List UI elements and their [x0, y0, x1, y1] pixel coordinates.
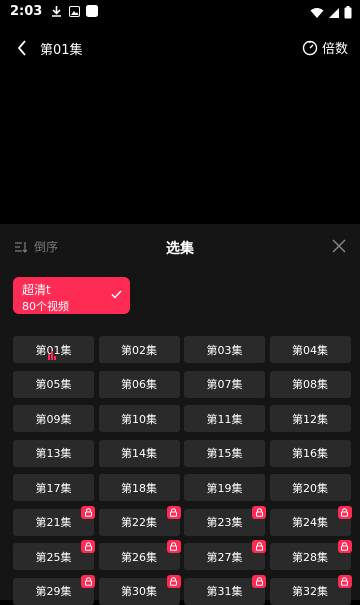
episode-panel: 倒序 选集 超清t 80个视频 第01集 第02集 第03集 第04集第05集 第06集… [0, 224, 360, 605]
status-bar: 2:03 [0, 0, 360, 22]
episode-tile[interactable]: 第12集 [269, 405, 351, 432]
episode-tile[interactable]: 第14集 [98, 439, 180, 467]
episode-tile[interactable]: 第16集 [269, 439, 351, 467]
lock-icon [166, 574, 181, 588]
episode-tile[interactable]: 第10集 [98, 405, 180, 432]
close-icon[interactable] [332, 239, 346, 253]
system-indicators [310, 4, 352, 23]
panel-title: 选集 [166, 241, 194, 257]
episode-label: 第24集 [292, 516, 328, 529]
episode-label: 第13集 [35, 447, 72, 460]
lock-icon [337, 574, 352, 588]
episode-tile[interactable]: 第01集 [13, 336, 94, 363]
lock-icon [337, 540, 352, 553]
episode-label: 第22集 [121, 516, 157, 529]
episode-label: 第19集 [206, 481, 243, 495]
episode-tile[interactable]: 第23集 [184, 505, 266, 536]
episode-label: 第23集 [206, 516, 243, 529]
episode-tile[interactable]: 第20集 [269, 474, 351, 501]
episode-label: 第17集 [35, 481, 72, 495]
battery-icon [344, 4, 352, 23]
episode-tile[interactable]: 第29集 [13, 574, 95, 605]
navigation-bar [0, 596, 360, 600]
episode-label: 第18集 [121, 481, 157, 495]
wifi-icon [310, 4, 324, 23]
speed-button[interactable]: 倍数 [302, 38, 348, 57]
episode-tile[interactable]: 第07集 [184, 370, 265, 398]
episode-tile[interactable]: 第25集 [13, 540, 95, 570]
speed-gauge-icon [302, 40, 318, 55]
player-top-bar: 第01集 倍数 [0, 32, 360, 64]
lock-icon [166, 540, 181, 553]
episode-tile[interactable]: 第31集 [184, 574, 266, 605]
episode-tile[interactable]: 第11集 [184, 405, 265, 432]
notification-icons [50, 5, 99, 17]
download-icon [50, 5, 62, 17]
lock-icon [81, 505, 95, 519]
check-icon [111, 290, 122, 299]
lock-icon [252, 540, 266, 553]
episode-tile[interactable]: 第18集 [98, 474, 180, 501]
episode-label: 第28集 [292, 550, 328, 564]
episode-label: 第03集 [206, 343, 243, 357]
episode-label: 第26集 [121, 550, 157, 564]
quality-option-selected[interactable]: 超清t 80个视频 [13, 277, 130, 314]
episode-tile[interactable]: 第15集 [184, 439, 265, 467]
episode-tile[interactable]: 第08集 [269, 370, 351, 398]
episode-label: 第27集 [206, 550, 243, 564]
episode-label: 第14集 [121, 447, 157, 460]
episode-tile[interactable]: 第06集 [98, 370, 180, 398]
episode-tile[interactable]: 第24集 [269, 505, 352, 536]
status-time: 2:03 [10, 3, 43, 19]
episode-label: 第16集 [292, 447, 328, 460]
episode-label: 第15集 [206, 447, 243, 460]
episode-tile[interactable]: 第02集 [98, 336, 180, 363]
episode-tile[interactable]: 第21集 [13, 505, 95, 536]
episode-label: 第10集 [121, 412, 157, 426]
episode-label: 第12集 [292, 412, 328, 426]
episode-tile[interactable]: 第04集 [269, 336, 351, 363]
episode-tile[interactable]: 第30集 [98, 574, 181, 605]
episode-label: 第02集 [121, 343, 157, 357]
episode-label: 第21集 [35, 516, 72, 529]
lock-icon [252, 505, 266, 519]
episode-label: 第08集 [292, 378, 328, 391]
episode-tile[interactable]: 第28集 [269, 540, 352, 570]
video-count: 80个视频 [22, 300, 69, 313]
episode-label: 第05集 [35, 378, 72, 391]
back-arrow-icon [17, 40, 26, 56]
gallery-icon [68, 5, 80, 17]
episode-label: 第11集 [206, 412, 243, 426]
episode-label: 第20集 [292, 481, 328, 495]
episode-tile[interactable]: 第26集 [98, 540, 181, 570]
episode-tile[interactable]: 第22集 [98, 505, 181, 536]
episode-tile[interactable]: 第27集 [184, 540, 266, 570]
lock-icon [166, 505, 181, 519]
episode-tile[interactable]: 第17集 [13, 474, 94, 501]
episode-label: 第06集 [121, 378, 157, 391]
episode-tile[interactable]: 第32集 [269, 574, 352, 605]
episode-title: 第01集 [40, 42, 83, 58]
episode-label: 第07集 [206, 378, 243, 391]
episode-label: 第25集 [35, 550, 72, 564]
episode-tile[interactable]: 第09集 [13, 405, 94, 432]
episode-label: 第04集 [292, 343, 328, 357]
episode-tile[interactable]: 第03集 [184, 336, 265, 363]
episode-label: 第09集 [35, 412, 72, 426]
episode-tile[interactable]: 第13集 [13, 439, 94, 467]
back-button[interactable] [14, 40, 30, 56]
lock-icon [337, 505, 352, 519]
speed-label: 倍数 [321, 42, 348, 57]
episode-tile[interactable]: 第05集 [13, 370, 94, 398]
now-playing-icon [48, 351, 56, 360]
lock-icon [81, 540, 95, 553]
quality-name: 超清t [22, 283, 51, 297]
app-notification-icon [86, 5, 99, 17]
episode-tile[interactable]: 第19集 [184, 474, 265, 501]
signal-icon [328, 4, 340, 23]
panel-header: 倒序 选集 [0, 224, 360, 270]
lock-icon [81, 574, 95, 588]
lock-icon [252, 574, 266, 588]
